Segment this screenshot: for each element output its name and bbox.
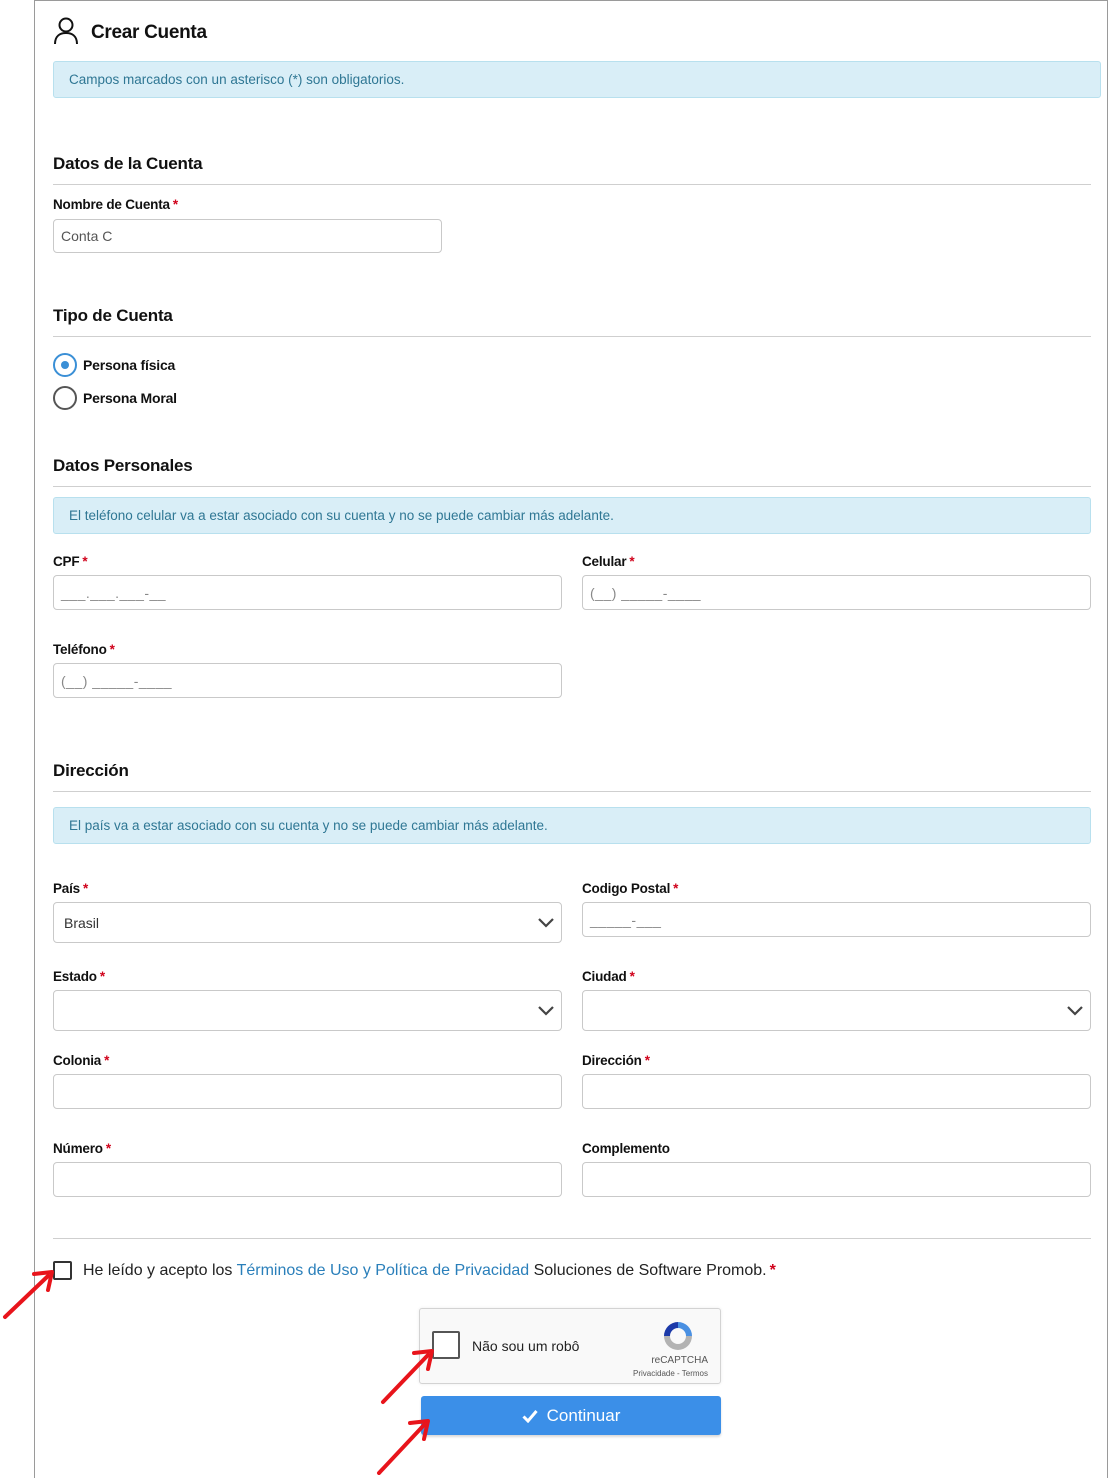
country-notice: El país va a estar asociado con su cuent… <box>53 807 1091 844</box>
annotation-arrow-icon <box>377 1419 430 1475</box>
cellular-input[interactable]: (__) _____-____ <box>582 575 1091 610</box>
postal-code-label: Codigo Postal * <box>582 881 679 896</box>
state-label: Estado * <box>53 969 105 984</box>
complement-label: Complemento <box>582 1141 670 1156</box>
recaptcha-brand: reCAPTCHA <box>651 1355 708 1366</box>
recaptcha-widget: Não sou um robô reCAPTCHA Privacidade - … <box>419 1308 721 1384</box>
number-label: Número * <box>53 1141 111 1156</box>
street-label: Dirección * <box>582 1053 650 1068</box>
city-label: Ciudad * <box>582 969 635 984</box>
country-select[interactable]: Brasil <box>53 902 562 943</box>
cellular-label: Celular * <box>582 554 635 569</box>
radio-label-persona-moral: Persona Moral <box>83 390 177 406</box>
recaptcha-logo-icon <box>664 1322 692 1350</box>
check-icon <box>522 1409 538 1423</box>
annotation-arrow-icon <box>3 1270 54 1319</box>
cpf-input[interactable]: ___.___.___-__ <box>53 575 562 610</box>
recaptcha-links[interactable]: Privacidade - Termos <box>633 1369 708 1378</box>
complement-input[interactable] <box>582 1162 1091 1197</box>
divider <box>53 486 1091 487</box>
divider <box>53 184 1091 185</box>
account-name-input[interactable]: Conta C <box>53 219 442 253</box>
country-label: País * <box>53 881 89 896</box>
chevron-down-icon <box>538 1005 554 1016</box>
user-icon <box>54 17 78 45</box>
divider <box>53 1238 1091 1239</box>
continue-button[interactable]: Continuar <box>421 1396 721 1435</box>
section-title-address: Dirección <box>53 761 129 780</box>
required-fields-notice: Campos marcados con un asterisco (*) son… <box>53 61 1101 98</box>
cellphone-notice: El teléfono celular va a estar asociado … <box>53 497 1091 534</box>
divider <box>53 336 1091 337</box>
city-select[interactable] <box>582 990 1091 1031</box>
section-title-personal: Datos Personales <box>53 456 193 475</box>
page-title: Crear Cuenta <box>91 22 207 43</box>
colonia-input[interactable] <box>53 1074 562 1109</box>
section-title-account-type: Tipo de Cuenta <box>53 306 173 325</box>
terms-link[interactable]: Términos de Uso y Política de Privacidad <box>237 1262 530 1279</box>
terms-text: He leído y acepto los Términos de Uso y … <box>83 1262 776 1279</box>
radio-persona-moral[interactable] <box>53 386 77 410</box>
create-account-form: Crear Cuenta Campos marcados con un aste… <box>34 0 1108 1478</box>
account-name-label: Nombre de Cuenta * <box>53 197 178 212</box>
annotation-arrow-icon <box>381 1349 434 1404</box>
cpf-label: CPF * <box>53 554 88 569</box>
colonia-label: Colonia * <box>53 1053 110 1068</box>
postal-code-input[interactable]: _____-___ <box>582 902 1091 937</box>
radio-persona-fisica[interactable] <box>53 353 77 377</box>
continue-button-label: Continuar <box>546 1405 621 1425</box>
divider <box>53 791 1091 792</box>
section-title-account: Datos de la Cuenta <box>53 154 203 173</box>
radio-label-persona-fisica: Persona física <box>83 357 176 373</box>
street-input[interactable] <box>582 1074 1091 1109</box>
phone-input[interactable]: (__) _____-____ <box>53 663 562 698</box>
phone-label: Teléfono * <box>53 642 115 657</box>
chevron-down-icon <box>538 917 554 928</box>
state-select[interactable] <box>53 990 562 1031</box>
recaptcha-label: Não sou um robô <box>472 1338 580 1354</box>
number-input[interactable] <box>53 1162 562 1197</box>
chevron-down-icon <box>1067 1005 1083 1016</box>
